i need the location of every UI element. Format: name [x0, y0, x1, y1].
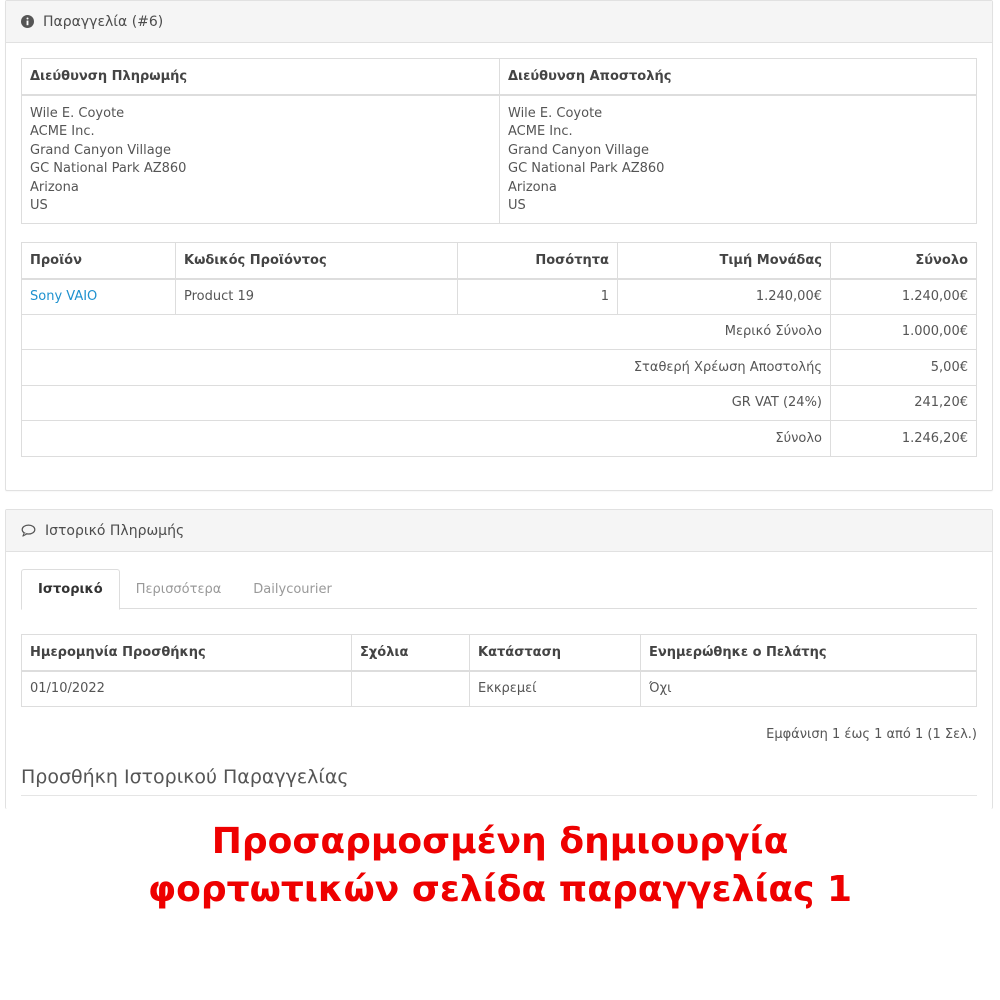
totals-row: Σταθερή Χρέωση Αποστολής 5,00€	[21, 349, 977, 386]
subtotal-value: 1.000,00€	[830, 313, 977, 350]
shipping-value: 5,00€	[830, 349, 977, 386]
address-line: Grand Canyon Village	[508, 142, 649, 158]
address-line: Arizona	[30, 179, 79, 195]
address-line: GC National Park AZ860	[30, 161, 187, 177]
banner-line-2: φορτωτικών σελίδα παραγγελίας 1	[148, 869, 852, 910]
info-circle-icon	[21, 15, 34, 28]
address-line: Grand Canyon Village	[30, 142, 171, 158]
comment-icon	[21, 524, 36, 537]
grand-total-label: Σύνολο	[21, 420, 831, 457]
history-comment	[351, 670, 470, 707]
col-quantity: Ποσότητα	[457, 242, 618, 280]
col-product: Προϊόν	[21, 242, 176, 280]
address-line: ACME Inc.	[30, 124, 95, 140]
vat-value: 241,20€	[830, 384, 977, 421]
promo-banner: Προσαρμοσμένη δημιουργία φορτωτικών σελί…	[0, 818, 1000, 914]
col-status: Κατάσταση	[469, 634, 641, 672]
order-panel-header: Παραγγελία (#6)	[6, 1, 992, 43]
history-status: Εκκρεμεί	[469, 670, 641, 707]
history-panel-title: Ιστορικό Πληρωμής	[45, 522, 185, 539]
vat-label: GR VAT (24%)	[21, 384, 831, 421]
table-row: 01/10/2022 Εκκρεμεί Όχι	[21, 670, 977, 707]
pagination-info: Εμφάνιση 1 έως 1 από 1 (1 Σελ.)	[766, 727, 977, 742]
history-tabs: Ιστορικό Περισσότερα Dailycourier	[21, 569, 977, 610]
address-line: Wile E. Coyote	[30, 105, 125, 121]
address-line: GC National Park AZ860	[508, 161, 665, 177]
product-total: 1.240,00€	[830, 278, 977, 315]
product-link[interactable]: Sony VAIO	[30, 289, 97, 304]
totals-row: GR VAT (24%) 241,20€	[21, 384, 977, 421]
totals-row: Μερικό Σύνολο 1.000,00€	[21, 313, 977, 350]
col-comment: Σχόλια	[351, 634, 470, 672]
address-line: Wile E. Coyote	[508, 105, 603, 121]
shipping-label: Σταθερή Χρέωση Αποστολής	[21, 349, 831, 386]
tab-more[interactable]: Περισσότερα	[120, 569, 238, 609]
totals-row: Σύνολο 1.246,20€	[21, 420, 977, 457]
address-line: Arizona	[508, 179, 557, 195]
address-line: ACME Inc.	[508, 124, 573, 140]
product-model: Product 19	[175, 278, 458, 315]
divider	[21, 795, 977, 796]
col-date-added: Ημερομηνία Προσθήκης	[21, 634, 352, 672]
shipping-address-header: Διεύθυνση Αποστολής	[499, 58, 977, 96]
tab-history[interactable]: Ιστορικό	[21, 569, 120, 610]
tab-dailycourier[interactable]: Dailycourier	[237, 569, 348, 609]
col-customer-notified: Ενημερώθηκε ο Πελάτης	[640, 634, 977, 672]
history-notified: Όχι	[640, 670, 977, 707]
shipping-address: Wile E. Coyote ACME Inc. Grand Canyon Vi…	[499, 94, 977, 224]
address-line: US	[508, 198, 526, 214]
product-name-cell: Sony VAIO	[21, 278, 176, 315]
order-panel-title: Παραγγελία (#6)	[43, 13, 164, 30]
history-panel-header: Ιστορικό Πληρωμής	[6, 510, 992, 552]
history-table: Ημερομηνία Προσθήκης Σχόλια Κατάσταση Εν…	[21, 634, 977, 707]
subtotal-label: Μερικό Σύνολο	[21, 313, 831, 350]
history-date: 01/10/2022	[21, 670, 352, 707]
address-table: Διεύθυνση Πληρωμής Διεύθυνση Αποστολής W…	[21, 58, 977, 224]
payment-address-header: Διεύθυνση Πληρωμής	[21, 58, 500, 96]
product-table: Προϊόν Κωδικός Προϊόντος Ποσότητα Τιμή Μ…	[21, 242, 977, 457]
table-row: Sony VAIO Product 19 1 1.240,00€ 1.240,0…	[21, 278, 977, 315]
col-unit-price: Τιμή Μονάδας	[617, 242, 831, 280]
col-model: Κωδικός Προϊόντος	[175, 242, 458, 280]
product-quantity: 1	[457, 278, 618, 315]
col-total: Σύνολο	[830, 242, 977, 280]
product-price: 1.240,00€	[617, 278, 831, 315]
grand-total-value: 1.246,20€	[830, 420, 977, 457]
banner-line-1: Προσαρμοσμένη δημιουργία	[211, 821, 789, 862]
order-panel: Παραγγελία (#6) Διεύθυνση Πληρωμής Διεύθ…	[5, 0, 993, 491]
history-panel: Ιστορικό Πληρωμής Ιστορικό Περισσότερα D…	[5, 509, 993, 809]
address-line: US	[30, 198, 48, 214]
add-history-title: Προσθήκη Ιστορικού Παραγγελίας	[21, 766, 349, 788]
payment-address: Wile E. Coyote ACME Inc. Grand Canyon Vi…	[21, 94, 500, 224]
